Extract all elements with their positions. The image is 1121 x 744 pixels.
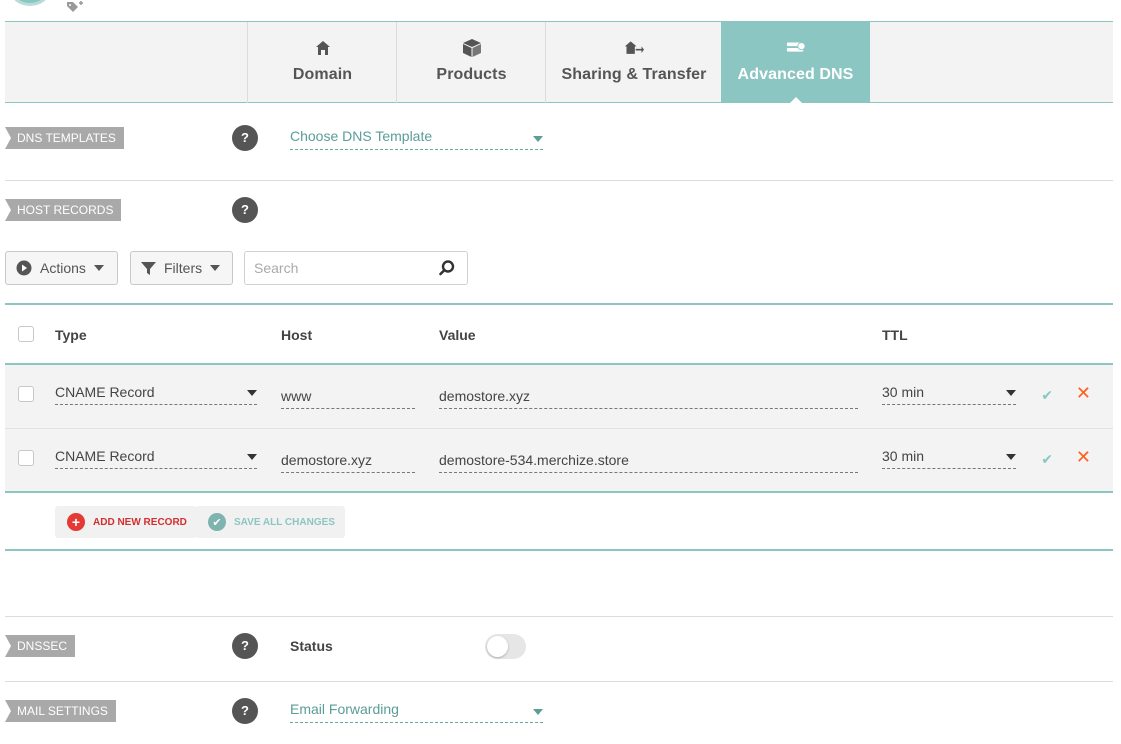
dnssec-toggle[interactable] [485,634,526,659]
actions-button[interactable]: Actions [5,251,118,285]
chevron-down-icon [1006,454,1016,460]
box-icon [462,38,482,58]
domain-tabs: Domain Products Sharing & Transfer Advan… [5,21,1113,104]
search-input[interactable] [245,252,425,284]
server-dns-icon [786,38,806,58]
share-house-icon [624,38,644,58]
select-all-checkbox[interactable] [18,326,34,342]
search-box [244,251,468,285]
avatar[interactable] [10,0,50,6]
section-label-mail-settings: MAIL SETTINGS [5,700,116,722]
divider [5,681,1113,682]
ttl-select[interactable]: 30 min [882,381,1016,405]
table-row: CNAME Record demostore.xyz demostore-534… [5,428,1113,492]
ttl-value: 30 min [882,448,925,464]
tab-products[interactable]: Products [396,22,546,103]
checkmark-icon[interactable]: ✔ [1041,451,1053,468]
tab-label: Advanced DNS [737,66,854,83]
add-new-record-label: ADD NEW RECORD [93,516,187,528]
record-type-select[interactable]: CNAME Record [55,445,257,469]
play-circle-icon [16,260,32,276]
chevron-down-icon [210,265,221,271]
section-label-dnssec: DNSSEC [5,635,76,657]
section-bottom-border [5,549,1113,551]
table-bottom-border [5,491,1113,493]
column-header-ttl: TTL [882,327,908,343]
delete-x-icon[interactable]: ✕ [1076,447,1091,468]
help-icon[interactable]: ? [232,698,258,724]
chevron-down-icon [533,135,543,142]
add-new-record-button[interactable]: + ADD NEW RECORD [55,506,197,538]
tab-domain[interactable]: Domain [247,22,397,103]
tab-label: Products [436,66,507,83]
search-icon[interactable] [439,260,455,281]
record-type-value: CNAME Record [55,384,155,400]
section-label-host-records: HOST RECORDS [5,199,122,221]
row-checkbox[interactable] [18,450,34,466]
tab-label: Sharing & Transfer [561,66,707,83]
column-header-value: Value [439,327,476,343]
tab-label: Domain [292,66,353,83]
divider [5,616,1113,617]
column-header-host: Host [281,327,313,343]
chevron-down-icon [533,708,543,715]
records-table-header: Type Host Value TTL [5,303,1113,365]
tag-add-icon[interactable] [66,0,84,14]
chevron-down-icon [247,390,257,396]
record-type-value: CNAME Record [55,448,155,464]
chevron-down-icon [93,265,104,271]
tab-sharing-transfer[interactable]: Sharing & Transfer [545,22,722,103]
active-tab-caret [788,97,803,104]
save-all-changes-button[interactable]: ✔ SAVE ALL CHANGES [196,506,345,538]
table-row: CNAME Record www demostore.xyz 30 min ✔ … [5,365,1113,429]
toggle-knob [487,636,508,657]
actions-label: Actions [40,260,86,276]
dns-template-select[interactable]: Choose DNS Template [290,128,543,150]
filter-icon [141,261,156,276]
section-label-dns-templates: DNS TEMPLATES [5,127,124,149]
ttl-select[interactable]: 30 min [882,445,1016,469]
value-input[interactable]: demostore-534.merchize.store [439,449,858,473]
tab-advanced-dns[interactable]: Advanced DNS [721,22,870,104]
divider [5,180,1113,181]
check-circle-icon: ✔ [208,513,226,531]
chevron-down-icon [247,454,257,460]
delete-x-icon[interactable]: ✕ [1076,383,1091,404]
filters-label: Filters [164,260,203,276]
host-input[interactable]: demostore.xyz [281,449,415,473]
value-input[interactable]: demostore.xyz [439,385,858,409]
column-header-type: Type [55,327,87,343]
mail-settings-select-value: Email Forwarding [290,701,399,717]
help-icon[interactable]: ? [232,125,258,151]
help-icon[interactable]: ? [232,633,258,659]
filters-button[interactable]: Filters [130,251,233,285]
row-checkbox[interactable] [18,386,34,402]
dns-template-select-value: Choose DNS Template [290,128,433,144]
plus-circle-icon: + [67,513,85,531]
save-all-changes-label: SAVE ALL CHANGES [234,516,335,528]
mail-settings-select[interactable]: Email Forwarding [290,701,543,723]
record-type-select[interactable]: CNAME Record [55,381,257,405]
ttl-value: 30 min [882,384,925,400]
dnssec-status-label: Status [290,638,333,654]
checkmark-icon[interactable]: ✔ [1041,387,1053,404]
chevron-down-icon [1006,390,1016,396]
host-input[interactable]: www [281,385,415,409]
home-icon [313,38,333,58]
help-icon[interactable]: ? [232,197,258,223]
